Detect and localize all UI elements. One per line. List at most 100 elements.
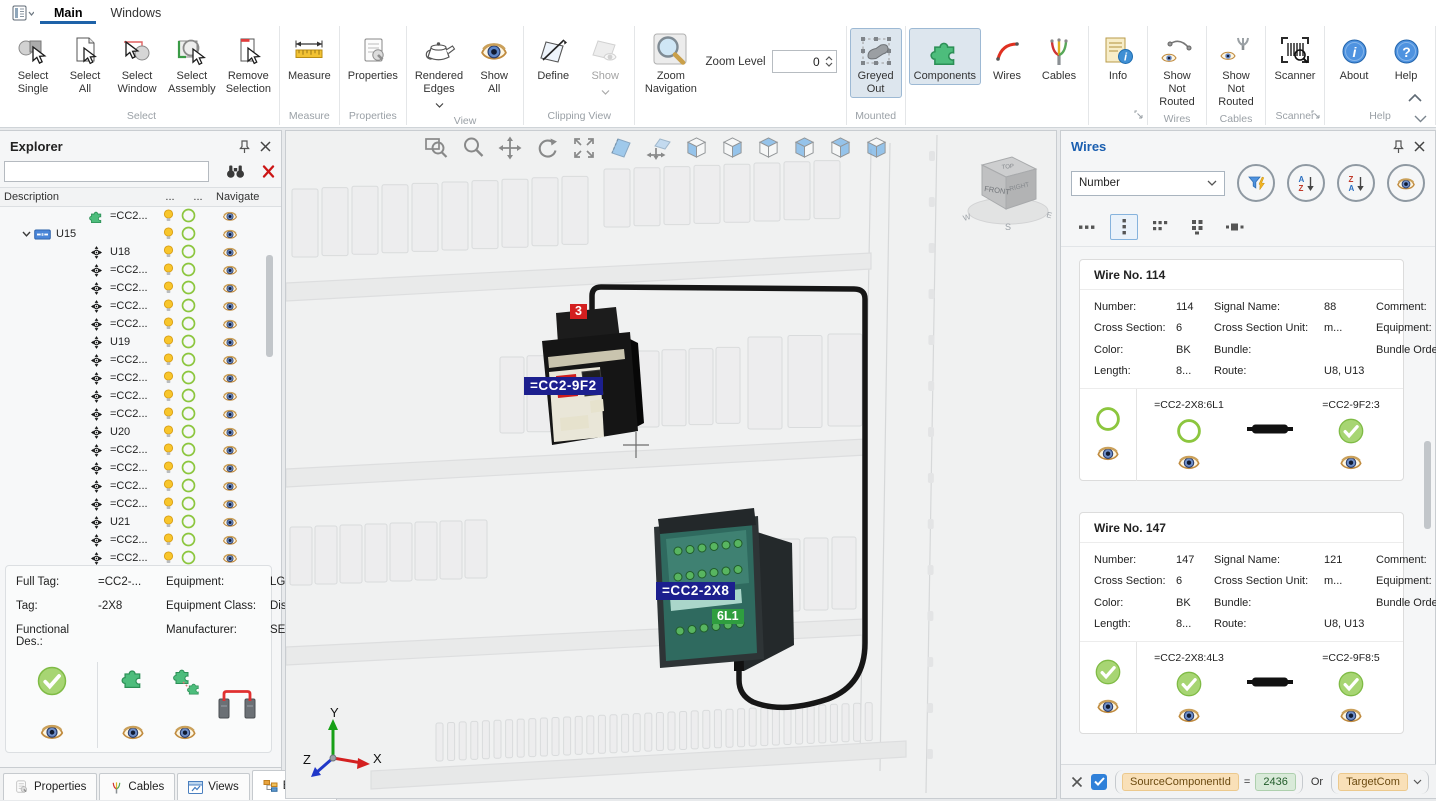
bottom-tab-cables[interactable]: Cables	[99, 773, 175, 800]
eye-icon[interactable]	[222, 318, 238, 333]
wire-card[interactable]: Wire No. 147 Number: 147 Signal Name: 12…	[1079, 512, 1404, 734]
measure-button[interactable]: Measure	[283, 28, 336, 85]
puzzle-icon[interactable]	[121, 666, 145, 691]
status-ring-icon[interactable]	[181, 478, 196, 496]
chevron-down-icon[interactable]	[1413, 779, 1422, 785]
sort-ascending-button[interactable]: AZ	[1287, 164, 1325, 202]
cube-4-tool-icon[interactable]	[793, 136, 816, 160]
tree-row[interactable]: =CC2...	[0, 297, 281, 315]
wires-scrollbar-thumb[interactable]	[1424, 441, 1431, 529]
tree-row[interactable]: =CC2...	[0, 405, 281, 423]
eye-icon[interactable]	[222, 264, 238, 279]
close-icon[interactable]	[1414, 141, 1425, 152]
eye-icon[interactable]	[39, 722, 65, 744]
device-label-9f2[interactable]: =CC2-9F2	[524, 377, 603, 395]
column-dots-1[interactable]: ...	[156, 191, 184, 203]
layout-horizontal-toggle[interactable]	[1073, 214, 1101, 240]
bulb-icon[interactable]	[163, 461, 174, 477]
clip-plane-tool-icon[interactable]	[609, 136, 633, 160]
sort-descending-button[interactable]: ZA	[1337, 164, 1375, 202]
puzzle-pair-icon[interactable]	[167, 666, 203, 701]
visibility-button[interactable]	[1387, 164, 1425, 202]
layout-grid-small-toggle[interactable]	[1147, 214, 1175, 240]
eye-icon[interactable]	[222, 210, 238, 225]
bulb-icon[interactable]	[163, 335, 174, 351]
ring-status-icon[interactable]	[1095, 406, 1121, 435]
tree-row[interactable]: =CC2...	[0, 261, 281, 279]
rotate-tool-icon[interactable]	[535, 136, 559, 160]
dialog-launcher-icon[interactable]	[1311, 108, 1320, 122]
about-button[interactable]: i About	[1328, 28, 1380, 85]
clear-search-icon[interactable]	[262, 165, 275, 178]
components-button[interactable]: Components	[909, 28, 981, 85]
eye-icon[interactable]	[222, 516, 238, 531]
tree-row[interactable]: =CC2...	[0, 495, 281, 513]
show-not-routed-cables-button[interactable]: Show Not Routed	[1210, 28, 1262, 111]
tab-main[interactable]: Main	[40, 2, 96, 24]
bulb-icon[interactable]	[163, 443, 174, 459]
eye-icon[interactable]	[222, 246, 238, 261]
define-button[interactable]: Define	[527, 28, 579, 85]
wires-button[interactable]: Wires	[981, 28, 1033, 85]
eye-icon[interactable]	[222, 372, 238, 387]
bulb-icon[interactable]	[163, 425, 174, 441]
eye-icon[interactable]	[222, 228, 238, 243]
status-ring-icon[interactable]	[181, 244, 196, 262]
status-ring-icon[interactable]	[181, 532, 196, 550]
tree-row[interactable]: U15	[0, 225, 281, 243]
status-ring-icon[interactable]	[181, 280, 196, 298]
select-single-button[interactable]: Select Single	[7, 28, 59, 98]
status-ring-icon[interactable]	[181, 406, 196, 424]
status-ring-icon[interactable]	[181, 208, 196, 226]
tree-row[interactable]: =CC2...	[0, 369, 281, 387]
ring-status-icon[interactable]	[1176, 418, 1202, 447]
tree-row[interactable]: U18	[0, 243, 281, 261]
column-dots-2[interactable]: ...	[184, 191, 212, 203]
eye-icon[interactable]	[1096, 697, 1120, 718]
dialog-launcher-icon[interactable]	[1134, 108, 1143, 122]
eye-icon[interactable]	[1339, 706, 1363, 727]
select-window-button[interactable]: Select Window	[111, 28, 163, 98]
3d-scene[interactable]: Y X Z W S E FRONT RIGHT TOP	[286, 131, 1056, 798]
check-status-icon[interactable]	[1176, 671, 1202, 700]
explorer-search-input[interactable]	[4, 161, 209, 182]
eye-icon[interactable]	[1177, 453, 1201, 474]
filter-sort-button[interactable]	[1237, 164, 1275, 202]
zoom-window-tool-icon[interactable]	[424, 136, 449, 160]
eye-icon[interactable]	[173, 723, 197, 744]
bulb-icon[interactable]	[163, 317, 174, 333]
eye-icon[interactable]	[222, 426, 238, 441]
tree-scrollbar-thumb[interactable]	[266, 255, 273, 357]
3d-viewport[interactable]: Y X Z W S E FRONT RIGHT TOP 3 =CC2-9F2 =…	[285, 130, 1057, 799]
check-status-icon[interactable]	[1095, 659, 1121, 688]
eye-icon[interactable]	[222, 444, 238, 459]
tree-row[interactable]: U20	[0, 423, 281, 441]
status-ring-icon[interactable]	[181, 370, 196, 388]
pan-tool-icon[interactable]	[498, 136, 522, 160]
cube-5-tool-icon[interactable]	[829, 136, 852, 160]
eye-icon[interactable]	[1096, 444, 1120, 465]
move-plane-tool-icon[interactable]	[646, 136, 672, 160]
show-not-routed-wires-button[interactable]: Show Not Routed	[1151, 28, 1203, 111]
eye-icon[interactable]	[1177, 706, 1201, 727]
bulb-icon[interactable]	[163, 371, 174, 387]
sort-field-select[interactable]: Number	[1071, 171, 1225, 196]
tree-row[interactable]: =CC2...	[0, 207, 281, 225]
tab-windows[interactable]: Windows	[96, 2, 175, 24]
tree-row[interactable]: =CC2...	[0, 477, 281, 495]
status-ring-icon[interactable]	[181, 316, 196, 334]
breaker-device[interactable]	[542, 307, 644, 445]
bulb-icon[interactable]	[163, 479, 174, 495]
remove-filter-icon[interactable]	[1071, 776, 1083, 788]
status-ring-icon[interactable]	[181, 388, 196, 406]
eye-icon[interactable]	[222, 480, 238, 495]
status-ring-icon[interactable]	[181, 334, 196, 352]
scanner-button[interactable]: Scanner	[1269, 28, 1321, 85]
properties-button[interactable]: Properties	[343, 28, 403, 85]
bulb-icon[interactable]	[163, 389, 174, 405]
layout-carousel-toggle[interactable]	[1221, 214, 1249, 240]
remove-selection-button[interactable]: Remove Selection	[221, 28, 276, 98]
eye-icon[interactable]	[222, 534, 238, 549]
status-ring-icon[interactable]	[181, 298, 196, 316]
close-icon[interactable]	[260, 141, 271, 152]
